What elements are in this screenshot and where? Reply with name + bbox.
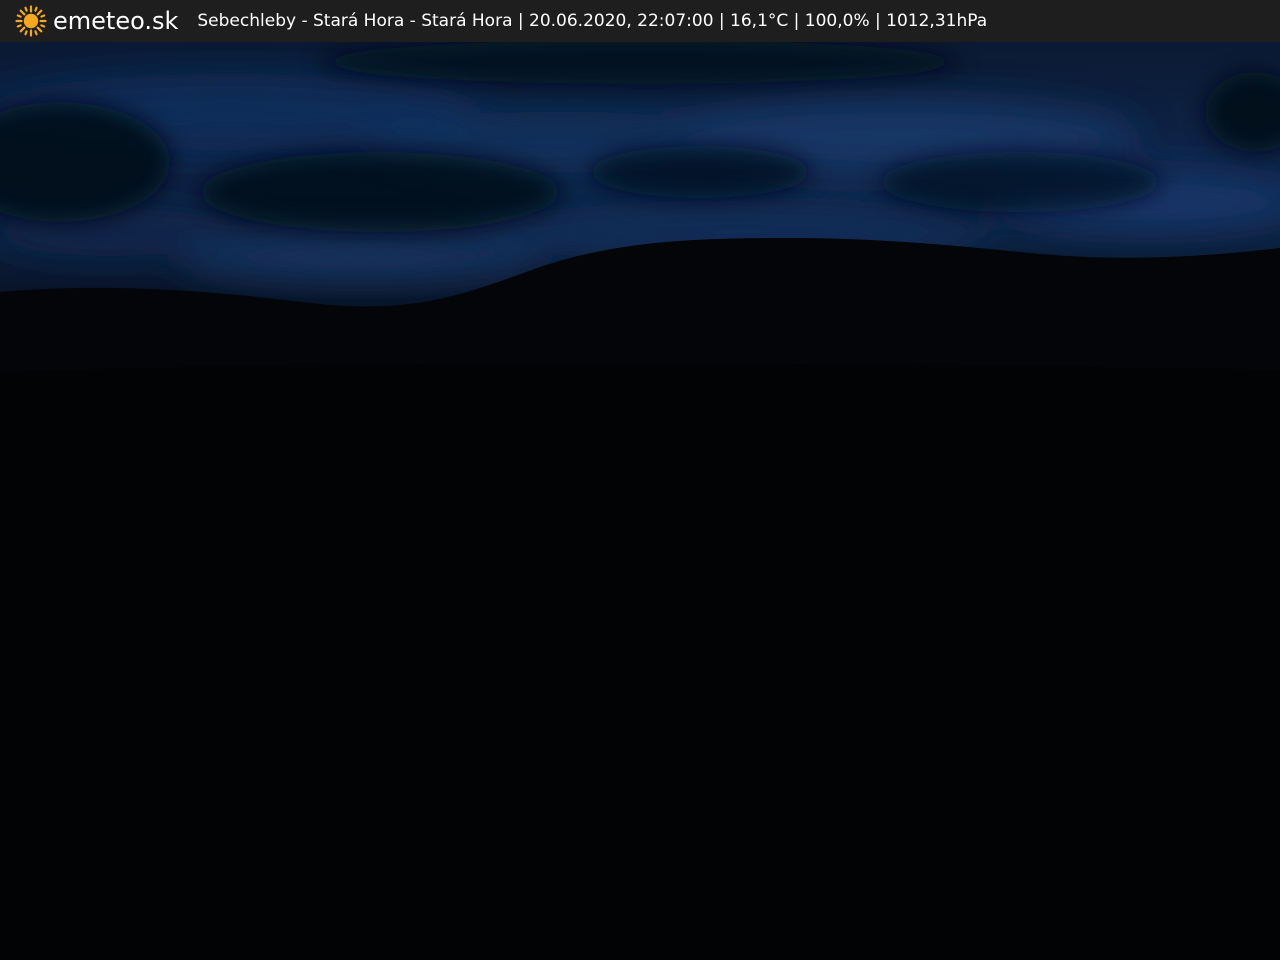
webcam-image xyxy=(0,42,1280,960)
site-brand: emeteo.sk xyxy=(53,7,179,35)
station-caption: Sebechleby - Stará Hora - Stará Hora | 2… xyxy=(197,10,988,31)
sun-icon xyxy=(15,5,47,37)
webcam-frame: emeteo.sk Sebechleby - Stará Hora - Star… xyxy=(0,0,1280,960)
site-logo[interactable]: emeteo.sk xyxy=(15,5,178,37)
foreground-ground xyxy=(0,363,1280,960)
webcam-caption-bar: emeteo.sk Sebechleby - Stará Hora - Star… xyxy=(0,0,1280,42)
